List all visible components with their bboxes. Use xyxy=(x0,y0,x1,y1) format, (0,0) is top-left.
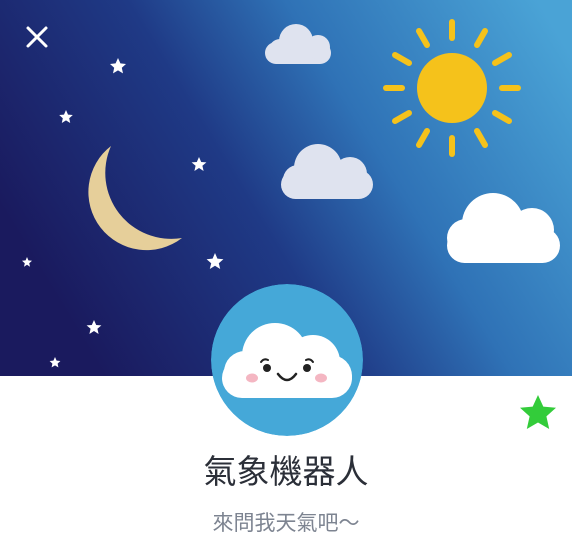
profile-screen: 氣象機器人 來問我天氣吧〜 xyxy=(0,0,572,546)
cloud-face-icon xyxy=(211,284,363,436)
close-icon xyxy=(26,26,48,48)
profile-name: 氣象機器人 xyxy=(203,452,369,491)
close-button[interactable] xyxy=(22,22,52,52)
favorite-button[interactable] xyxy=(518,393,558,433)
status-message: 來問我天氣吧〜 xyxy=(212,511,360,535)
avatar[interactable] xyxy=(211,284,363,436)
star-icon xyxy=(520,395,556,429)
